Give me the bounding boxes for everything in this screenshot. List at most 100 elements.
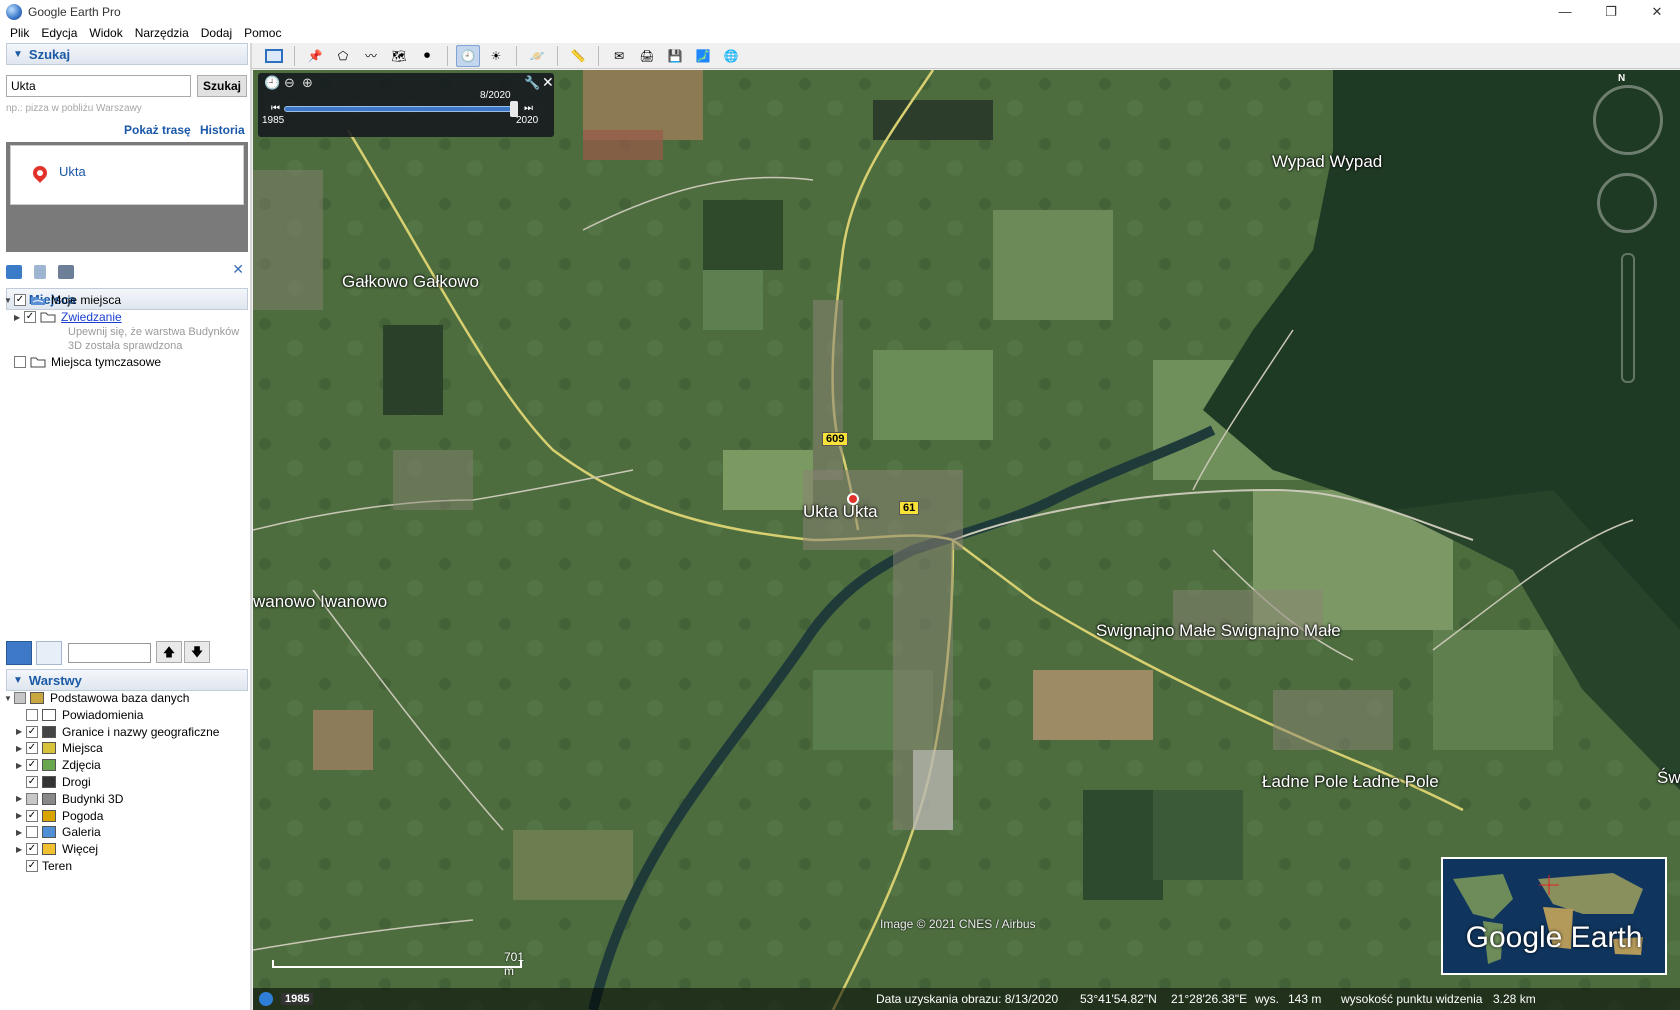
menu-tools[interactable]: Narzędzia — [129, 26, 195, 40]
layer-checkbox[interactable]: ✓ — [26, 759, 38, 772]
add-placemark-icon[interactable]: 📌 — [303, 45, 327, 67]
expand-icon[interactable]: ▶ — [16, 811, 26, 820]
place-label-wypad[interactable]: Wypad Wypad — [1272, 152, 1382, 172]
panel-toggle-icon[interactable] — [36, 641, 62, 665]
close-window-button[interactable]: ✕ — [1634, 0, 1680, 23]
layer-item[interactable]: ▶ ✓ Granice i nazwy geograficzne — [16, 725, 219, 739]
tree-item-temp-places[interactable]: Miejsca tymczasowe — [14, 355, 161, 369]
slider-prev-icon[interactable]: ⏮ — [271, 103, 280, 114]
checkbox[interactable]: ✓ — [24, 311, 36, 323]
place-label-ladne-pole[interactable]: Ładne Pole Ładne Pole — [1262, 772, 1439, 792]
move-joystick[interactable] — [1597, 173, 1657, 233]
view-in-maps-icon[interactable]: 🗾 — [691, 45, 715, 67]
place-label-swignajno[interactable]: Swignajno Małe Swignajno Małe — [1096, 621, 1341, 641]
checkbox[interactable] — [14, 356, 26, 368]
earth-icon[interactable]: 🌐 — [719, 45, 743, 67]
close-slider-icon[interactable]: ✕ — [542, 74, 554, 91]
layer-checkbox[interactable]: ✓ — [26, 860, 38, 872]
move-up-icon[interactable]: 🡅 — [156, 641, 182, 663]
search-input[interactable] — [6, 75, 191, 97]
layer-checkbox[interactable]: ✓ — [26, 843, 38, 856]
minimize-button[interactable]: — — [1542, 0, 1588, 23]
layer-checkbox[interactable] — [14, 692, 26, 704]
close-icon[interactable]: ✕ — [232, 261, 244, 278]
menu-view[interactable]: Widok — [83, 26, 128, 40]
ruler-icon[interactable]: 📏 — [566, 45, 590, 67]
settings-wrench-icon[interactable]: 🔧 — [524, 75, 540, 91]
historical-clock-icon[interactable] — [259, 992, 273, 1006]
tree-item-my-places[interactable]: ▼ ✓ Moje miejsca — [4, 293, 121, 307]
layer-item[interactable]: ▶ ✓ Zdjęcia — [16, 758, 101, 772]
zoom-slider[interactable] — [1621, 253, 1635, 383]
print-icon[interactable]: 🖨 — [635, 45, 659, 67]
history-link[interactable]: Historia — [200, 123, 245, 137]
layer-checkbox[interactable]: ✓ — [26, 809, 38, 822]
expand-icon[interactable]: ▶ — [16, 794, 26, 803]
layer-item[interactable]: ▶ ✓ Więcej — [16, 842, 98, 856]
layer-checkbox[interactable]: ✓ — [26, 776, 38, 788]
expand-icon[interactable]: ▶ — [16, 761, 26, 770]
tree-item-tour[interactable]: ▶ ✓ Zwiedzanie — [14, 310, 122, 324]
layer-item[interactable]: ▼ Podstawowa baza danych — [4, 691, 189, 705]
search-result-label[interactable]: Ukta — [59, 164, 86, 179]
look-joystick[interactable] — [1593, 85, 1663, 155]
layer-checkbox[interactable]: ✓ — [26, 742, 38, 755]
layer-checkbox[interactable] — [26, 792, 38, 805]
layer-item[interactable]: Powiadomienia — [16, 708, 143, 722]
menu-file[interactable]: Plik — [4, 26, 35, 40]
expand-icon[interactable]: ▼ — [4, 296, 14, 305]
place-label-galkowo[interactable]: Gałkowo Gałkowo — [342, 272, 479, 292]
expand-icon[interactable]: ▼ — [4, 694, 14, 703]
zoom-out-icon[interactable]: ⊖ — [284, 75, 295, 91]
record-tour-icon[interactable]: ⏺ — [415, 45, 439, 67]
layer-checkbox[interactable] — [26, 826, 38, 839]
layer-checkbox[interactable] — [26, 708, 38, 721]
layer-item[interactable]: ▶ ✓ Pogoda — [16, 809, 103, 823]
menu-edit[interactable]: Edycja — [35, 26, 83, 40]
layer-item[interactable]: ✓ Teren — [16, 859, 72, 873]
filter-input[interactable] — [68, 643, 151, 663]
save-image-icon[interactable]: 💾 — [663, 45, 687, 67]
place-label-ukta[interactable]: Ukta Ukta — [803, 502, 878, 522]
sidebar-toggle-icon[interactable] — [262, 45, 286, 67]
layer-item[interactable]: ✓ Drogi — [16, 775, 91, 789]
layer-item[interactable]: ▶ Budynki 3D — [16, 792, 123, 806]
slider-track[interactable] — [284, 106, 516, 112]
directions-link[interactable]: Pokaż trasę — [124, 123, 191, 137]
layer-item[interactable]: ▶ Galeria — [16, 825, 101, 839]
expand-icon[interactable]: ▶ — [14, 313, 24, 322]
search-result-item[interactable]: Ukta — [10, 145, 244, 205]
historical-imagery-icon[interactable]: 🕘 — [456, 44, 480, 67]
planets-icon[interactable]: 🪐 — [525, 45, 549, 67]
search-result-pin-icon[interactable] — [847, 493, 859, 505]
add-folder-icon[interactable] — [6, 265, 22, 279]
menu-add[interactable]: Dodaj — [195, 26, 238, 40]
layers-section-header[interactable]: ▼ Warstwy — [6, 669, 248, 691]
add-path-icon[interactable]: 〰 — [359, 45, 383, 67]
add-overlay-icon[interactable]: 🗺 — [387, 45, 411, 67]
expand-icon[interactable]: ▶ — [16, 828, 26, 837]
overview-map[interactable]: Google Earth — [1441, 857, 1667, 975]
expand-icon[interactable]: ▶ — [16, 845, 26, 854]
email-icon[interactable]: ✉ — [607, 45, 631, 67]
menu-help[interactable]: Pomoc — [238, 26, 287, 40]
copy-icon[interactable] — [34, 265, 46, 279]
checkbox[interactable]: ✓ — [14, 294, 26, 306]
add-polygon-icon[interactable]: ⬠ — [331, 45, 355, 67]
place-label-cut[interactable]: Św — [1657, 768, 1680, 788]
print-icon[interactable] — [58, 265, 74, 279]
tour-link[interactable]: Zwiedzanie — [61, 310, 122, 324]
place-label-iwanowo[interactable]: wanowo Iwanowo — [253, 592, 387, 612]
search-section-header[interactable]: ▼ Szukaj — [6, 43, 248, 65]
slider-next-icon[interactable]: ⏭ — [524, 103, 533, 114]
move-down-icon[interactable]: 🡇 — [184, 641, 210, 663]
maximize-button[interactable]: ❐ — [1588, 0, 1634, 23]
expand-icon[interactable]: ▶ — [16, 727, 26, 736]
north-indicator[interactable]: N — [1618, 73, 1625, 84]
layer-checkbox[interactable]: ✓ — [26, 725, 38, 738]
search-tool-icon[interactable] — [6, 641, 32, 665]
sunlight-icon[interactable]: ☀ — [484, 45, 508, 67]
layer-item[interactable]: ▶ ✓ Miejsca — [16, 741, 103, 755]
zoom-in-icon[interactable]: ⊕ — [302, 75, 313, 91]
expand-icon[interactable]: ▶ — [16, 744, 26, 753]
